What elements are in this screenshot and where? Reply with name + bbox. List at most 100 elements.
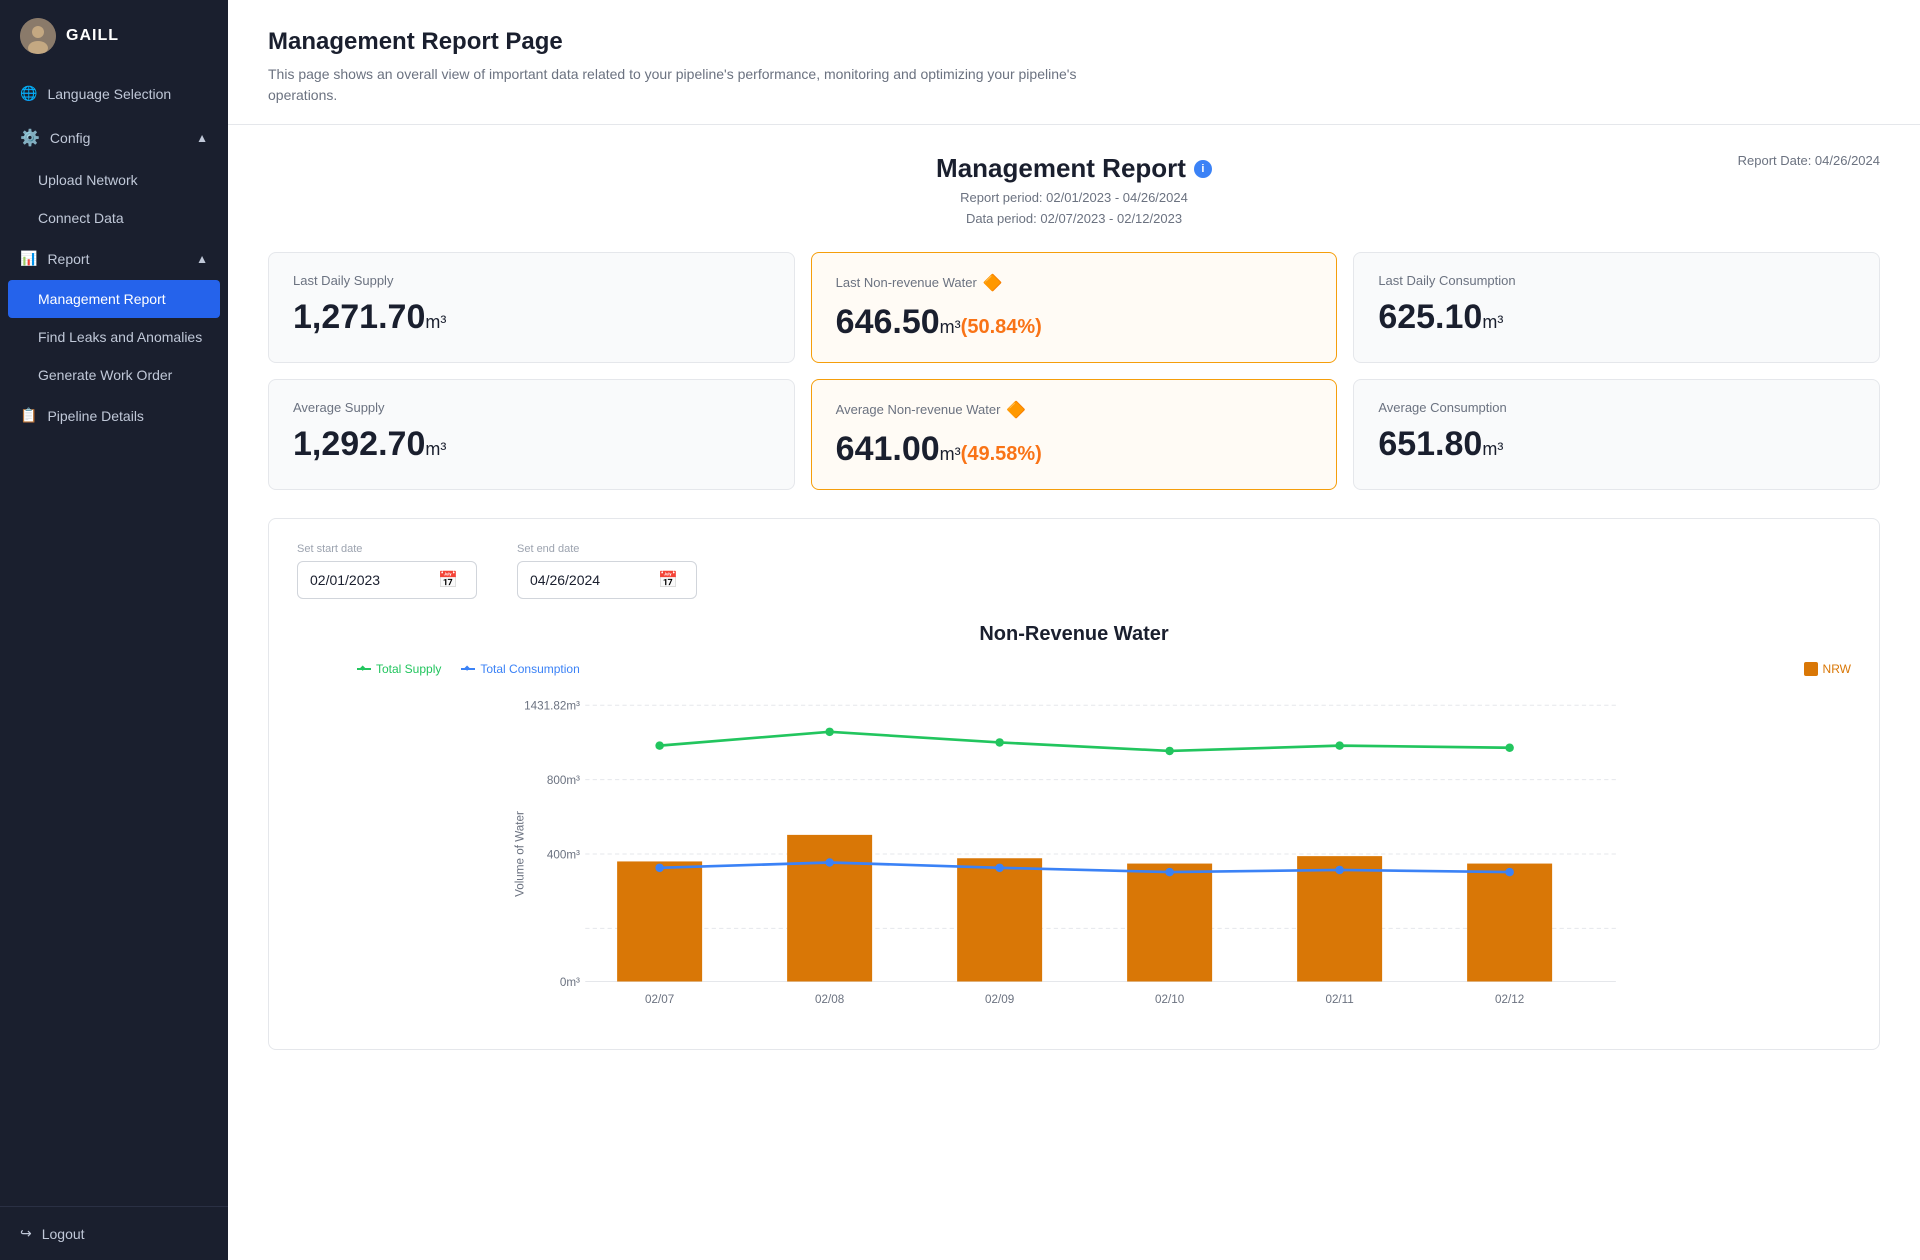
supply-line: [660, 731, 1510, 750]
legend-consumption-label: Total Consumption: [480, 662, 579, 676]
chart-container: Volume of Water 1431.82m³ 800m³ 400m³ 0m…: [297, 684, 1851, 1029]
sidebar-logo[interactable]: GAILL: [0, 0, 228, 72]
svg-text:02/10: 02/10: [1155, 992, 1185, 1005]
sidebar-label-upload-network: Upload Network: [38, 172, 138, 188]
language-icon: 🌐: [20, 85, 37, 102]
sidebar-item-connect-data[interactable]: Connect Data: [0, 199, 228, 237]
bar-4: [1297, 856, 1382, 981]
logout-button[interactable]: ↪ Logout: [0, 1206, 228, 1260]
stat-card-2: Last Daily Consumption 625.10m³: [1353, 252, 1880, 363]
chevron-up-icon: ▲: [196, 131, 208, 145]
end-date-label: Set end date: [517, 543, 697, 555]
svg-text:1431.82m³: 1431.82m³: [524, 699, 580, 712]
svg-text:0m³: 0m³: [560, 975, 580, 988]
stat-card-label-0: Last Daily Supply: [293, 273, 770, 288]
sidebar-label-management-report: Management Report: [38, 291, 166, 307]
stats-grid: Last Daily Supply 1,271.70m³ Last Non-re…: [268, 252, 1880, 490]
logout-label: Logout: [42, 1226, 85, 1242]
sidebar-report-label: Report: [47, 251, 89, 267]
report-date: Report Date: 04/26/2024: [1680, 153, 1880, 168]
stat-card-5: Average Consumption 651.80m³: [1353, 379, 1880, 490]
sidebar-label-connect-data: Connect Data: [38, 210, 124, 226]
report-period: Report period: 02/01/2023 - 04/26/2024 D…: [468, 188, 1680, 230]
start-date-input[interactable]: [310, 572, 430, 588]
page-header: Management Report Page This page shows a…: [228, 0, 1920, 125]
report-title-block: Management Report i Report period: 02/01…: [468, 153, 1680, 230]
consumption-point-2: [995, 863, 1004, 872]
sidebar-item-management-report[interactable]: Management Report: [8, 280, 220, 318]
chart-title: Non-Revenue Water: [297, 623, 1851, 646]
stat-card-4: Average Non-revenue Water 🔶 641.00m³(49.…: [811, 379, 1338, 490]
consumption-point-3: [1165, 867, 1174, 876]
sidebar-label-find-leaks: Find Leaks and Anomalies: [38, 329, 202, 345]
start-date-group: Set start date 📅: [297, 543, 477, 599]
stat-card-label-5: Average Consumption: [1378, 400, 1855, 415]
bar-2: [957, 858, 1042, 981]
svg-text:02/07: 02/07: [645, 992, 674, 1005]
stat-card-value-0: 1,271.70m³: [293, 298, 770, 337]
info-icon[interactable]: i: [1194, 160, 1212, 178]
main-content: Management Report Page This page shows a…: [228, 0, 1920, 1260]
report-icon: 📊: [20, 250, 37, 267]
date-inputs-row: Set start date 📅 Set end date 📅: [297, 543, 1851, 599]
svg-text:02/11: 02/11: [1325, 992, 1353, 1005]
chevron-up-icon-2: ▲: [196, 252, 208, 266]
legend-supply-label: Total Supply: [376, 662, 441, 676]
stat-card-value-4: 641.00m³(49.58%): [836, 430, 1313, 469]
sidebar-label-language: Language Selection: [47, 86, 171, 102]
nrw-icon: 🔶: [983, 273, 1003, 293]
svg-text:02/08: 02/08: [815, 992, 844, 1005]
supply-point-3: [1165, 746, 1174, 755]
calendar-end-icon[interactable]: 📅: [658, 570, 678, 590]
stat-card-0: Last Daily Supply 1,271.70m³: [268, 252, 795, 363]
main-body: Management Report i Report period: 02/01…: [228, 125, 1920, 1078]
sidebar-item-generate-work-order[interactable]: Generate Work Order: [0, 356, 228, 394]
bar-3: [1127, 863, 1212, 981]
stat-card-label-1: Last Non-revenue Water 🔶: [836, 273, 1313, 293]
logout-icon: ↪: [20, 1225, 32, 1242]
supply-point-2: [995, 738, 1004, 747]
report-header-row: Management Report i Report period: 02/01…: [268, 153, 1880, 230]
svg-text:800m³: 800m³: [547, 773, 580, 786]
end-date-group: Set end date 📅: [517, 543, 697, 599]
sidebar-item-find-leaks[interactable]: Find Leaks and Anomalies: [0, 318, 228, 356]
sidebar-config-label: Config: [50, 130, 90, 146]
legend-nrw-label: NRW: [1823, 662, 1851, 676]
bar-1: [787, 834, 872, 981]
stat-card-1: Last Non-revenue Water 🔶 646.50m³(50.84%…: [811, 252, 1338, 363]
svg-text:Volume of Water: Volume of Water: [514, 811, 527, 897]
consumption-point-5: [1505, 867, 1514, 876]
svg-text:400m³: 400m³: [547, 848, 580, 861]
sidebar-section-report[interactable]: 📊 Report ▲: [0, 237, 228, 280]
sidebar-item-pipeline-details[interactable]: 📋 Pipeline Details: [0, 394, 228, 437]
stat-card-label-3: Average Supply: [293, 400, 770, 415]
legend-total-consumption: Total Consumption: [461, 662, 579, 676]
stat-card-3: Average Supply 1,292.70m³: [268, 379, 795, 490]
app-title: GAILL: [66, 27, 119, 45]
consumption-line-icon: [461, 668, 475, 670]
calendar-start-icon[interactable]: 📅: [438, 570, 458, 590]
nrw-icon: 🔶: [1006, 400, 1026, 420]
sidebar-item-language[interactable]: 🌐 Language Selection: [0, 72, 228, 115]
sidebar-section-config[interactable]: ⚙️ Config ▲: [0, 115, 228, 161]
pipeline-icon: 📋: [20, 407, 37, 424]
consumption-point-4: [1335, 865, 1344, 874]
svg-text:02/12: 02/12: [1495, 992, 1524, 1005]
sidebar-item-upload-network[interactable]: Upload Network: [0, 161, 228, 199]
supply-point-5: [1505, 743, 1514, 752]
page-title: Management Report Page: [268, 28, 1880, 56]
end-date-input-wrapper[interactable]: 📅: [517, 561, 697, 599]
chart-section: Set start date 📅 Set end date 📅 Non-Reve…: [268, 518, 1880, 1050]
bar-5: [1467, 863, 1552, 981]
start-date-input-wrapper[interactable]: 📅: [297, 561, 477, 599]
stat-card-value-5: 651.80m³: [1378, 425, 1855, 464]
report-title: Management Report i: [468, 153, 1680, 184]
legend-nrw: NRW: [1804, 662, 1851, 676]
avatar: [20, 18, 56, 54]
stat-card-value-3: 1,292.70m³: [293, 425, 770, 464]
nrw-box-icon: [1804, 662, 1818, 676]
sidebar: GAILL 🌐 Language Selection ⚙️ Config ▲ U…: [0, 0, 228, 1260]
end-date-input[interactable]: [530, 572, 650, 588]
page-description: This page shows an overall view of impor…: [268, 64, 1088, 106]
start-date-label: Set start date: [297, 543, 477, 555]
